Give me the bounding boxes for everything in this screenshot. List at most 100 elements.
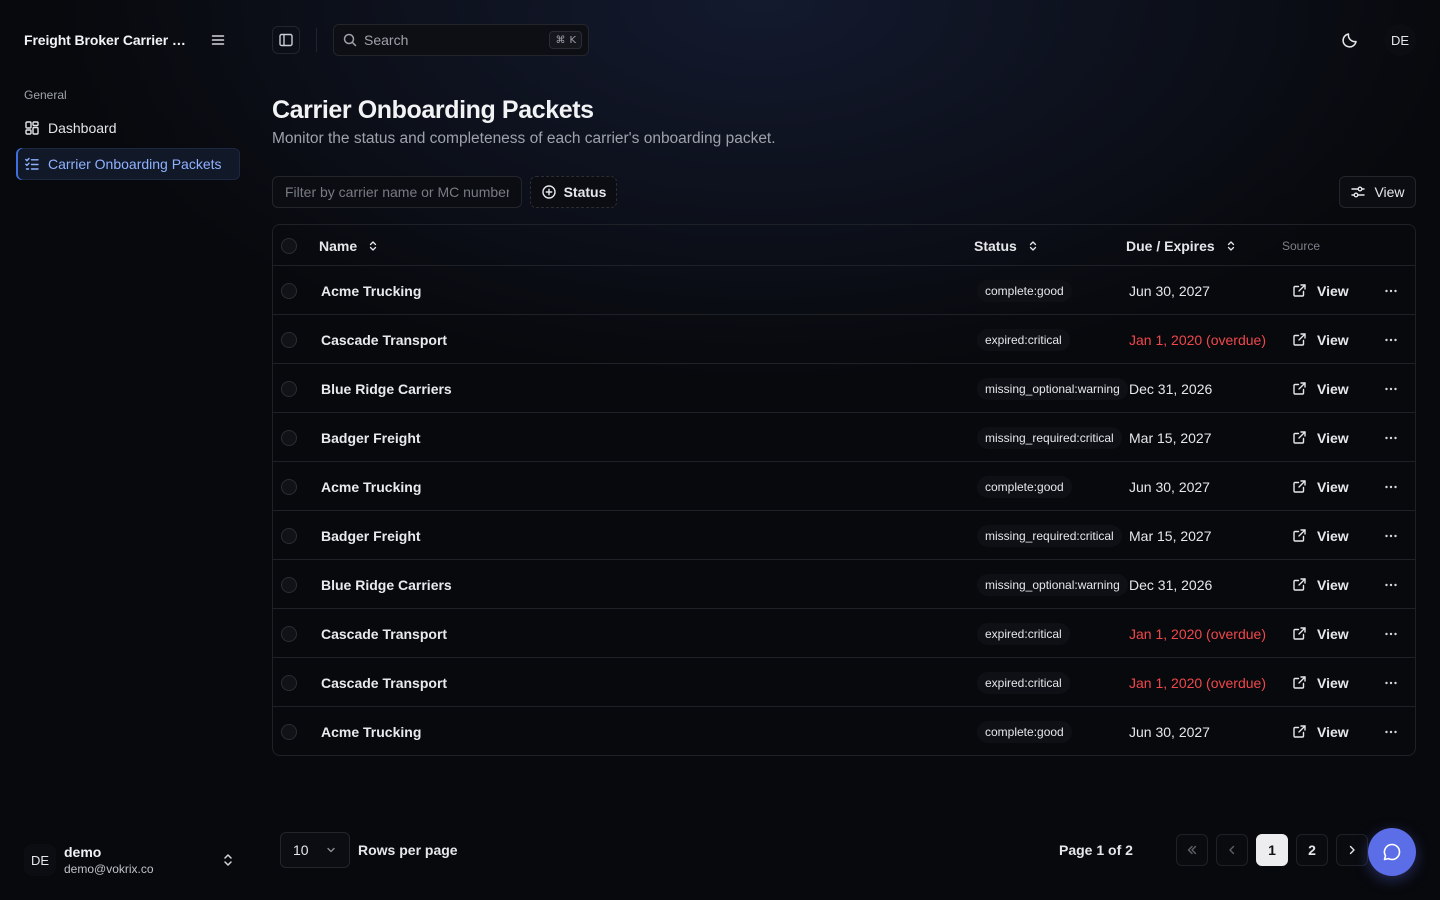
- more-horizontal-icon: [1383, 332, 1399, 348]
- carrier-name: Cascade Transport: [321, 625, 448, 642]
- select-all-checkbox[interactable]: [281, 225, 297, 266]
- view-link-label: View: [1317, 478, 1349, 495]
- menu-icon[interactable]: [206, 28, 230, 52]
- status-cell: expired:critical: [977, 609, 1070, 658]
- theme-toggle-button[interactable]: [1336, 26, 1364, 54]
- row-actions-button[interactable]: [1379, 266, 1403, 315]
- first-page-button[interactable]: [1176, 834, 1208, 866]
- view-source-link[interactable]: View: [1292, 707, 1349, 755]
- status-cell: complete:good: [977, 462, 1072, 511]
- moon-icon: [1342, 33, 1357, 48]
- row-checkbox[interactable]: [281, 560, 297, 609]
- due-date: Jan 1, 2020 (overdue): [1129, 625, 1266, 642]
- column-header-due[interactable]: Due / Expires: [1126, 225, 1237, 266]
- status-cell: expired:critical: [977, 315, 1070, 364]
- due-date: Jan 1, 2020 (overdue): [1129, 674, 1266, 691]
- row-checkbox[interactable]: [281, 266, 297, 315]
- carrier-name: Badger Freight: [321, 527, 421, 544]
- due-date: Mar 15, 2027: [1129, 527, 1212, 544]
- carrier-name: Badger Freight: [321, 429, 421, 446]
- previous-page-button[interactable]: [1216, 834, 1248, 866]
- next-page-button[interactable]: [1336, 834, 1368, 866]
- user-info: demo demo@vokrix.co: [64, 843, 216, 877]
- row-checkbox[interactable]: [281, 364, 297, 413]
- sidebar: Freight Broker Carrier Onboarding Genera…: [0, 0, 256, 900]
- external-link-icon: [1292, 381, 1307, 396]
- table-row[interactable]: Blue Ridge Carriers missing_optional:warn…: [273, 364, 1415, 413]
- row-actions-button[interactable]: [1379, 364, 1403, 413]
- topbar-divider: [316, 28, 317, 52]
- carrier-name: Cascade Transport: [321, 674, 448, 691]
- page-title: Carrier Onboarding Packets: [272, 96, 594, 124]
- view-source-link[interactable]: View: [1292, 315, 1349, 364]
- chat-button[interactable]: [1368, 828, 1416, 876]
- table-row[interactable]: Acme Trucking complete:good Jun 30, 2027 Vi…: [273, 266, 1415, 315]
- carrier-name: Blue Ridge Carriers: [321, 380, 452, 397]
- row-actions-button[interactable]: [1379, 560, 1403, 609]
- row-actions-button[interactable]: [1379, 511, 1403, 560]
- page-2-button[interactable]: 2: [1296, 834, 1328, 866]
- view-source-link[interactable]: View: [1292, 413, 1349, 462]
- sidebar-item-carrier-onboarding-packets[interactable]: Carrier Onboarding Packets: [16, 148, 240, 180]
- table-header: Name Status Due / Expires Source: [273, 225, 1415, 266]
- more-horizontal-icon: [1383, 675, 1399, 691]
- sliders-icon: [1351, 186, 1366, 198]
- row-checkbox[interactable]: [281, 315, 297, 364]
- view-source-link[interactable]: View: [1292, 462, 1349, 511]
- search-input[interactable]: Search ⌘ K: [333, 24, 589, 56]
- row-checkbox[interactable]: [281, 511, 297, 560]
- row-checkbox[interactable]: [281, 462, 297, 511]
- status-badge: complete:good: [977, 279, 1072, 302]
- row-actions-button[interactable]: [1379, 707, 1403, 755]
- status-filter-button[interactable]: Status: [530, 176, 617, 208]
- table-row[interactable]: Cascade Transport expired:critical Jan 1, …: [273, 658, 1415, 707]
- column-header-name[interactable]: Name: [319, 225, 379, 266]
- row-actions-button[interactable]: [1379, 658, 1403, 707]
- view-options-button[interactable]: View: [1339, 176, 1416, 208]
- view-source-link[interactable]: View: [1292, 364, 1349, 413]
- status-badge: missing_required:critical: [977, 426, 1122, 449]
- view-link-label: View: [1317, 380, 1349, 397]
- sidebar-item-label: Carrier Onboarding Packets: [48, 156, 222, 172]
- sidebar-toggle-button[interactable]: [272, 26, 300, 54]
- more-horizontal-icon: [1383, 724, 1399, 740]
- sidebar-group-label: General: [24, 88, 67, 102]
- external-link-icon: [1292, 283, 1307, 298]
- table-row[interactable]: Cascade Transport expired:critical Jan 1, …: [273, 609, 1415, 658]
- page-1-button[interactable]: 1: [1256, 834, 1288, 866]
- filter-input[interactable]: [272, 176, 522, 208]
- status-badge: expired:critical: [977, 328, 1070, 351]
- table-row[interactable]: Badger Freight missing_required:critical M…: [273, 413, 1415, 462]
- user-email: demo@vokrix.co: [64, 862, 154, 876]
- rows-per-page-select[interactable]: 10: [280, 832, 350, 868]
- row-checkbox[interactable]: [281, 658, 297, 707]
- row-actions-button[interactable]: [1379, 413, 1403, 462]
- row-checkbox[interactable]: [281, 609, 297, 658]
- user-avatar-button[interactable]: DE: [1384, 24, 1416, 56]
- column-header-status[interactable]: Status: [974, 225, 1039, 266]
- sidebar-item-dashboard[interactable]: Dashboard: [16, 112, 240, 144]
- view-source-link[interactable]: View: [1292, 609, 1349, 658]
- table-row[interactable]: Acme Trucking complete:good Jun 30, 2027 Vi…: [273, 462, 1415, 511]
- rows-per-page-label: Rows per page: [358, 842, 458, 858]
- row-checkbox[interactable]: [281, 413, 297, 462]
- view-source-link[interactable]: View: [1292, 266, 1349, 315]
- row-actions-button[interactable]: [1379, 315, 1403, 364]
- view-source-link[interactable]: View: [1292, 511, 1349, 560]
- user-menu[interactable]: DE demo demo@vokrix.co: [24, 838, 240, 882]
- table-row[interactable]: Cascade Transport expired:critical Jan 1, …: [273, 315, 1415, 364]
- view-source-link[interactable]: View: [1292, 658, 1349, 707]
- row-actions-button[interactable]: [1379, 462, 1403, 511]
- more-horizontal-icon: [1383, 381, 1399, 397]
- view-source-link[interactable]: View: [1292, 560, 1349, 609]
- table-row[interactable]: Acme Trucking complete:good Jun 30, 2027 Vi…: [273, 707, 1415, 755]
- user-name: demo: [64, 844, 102, 860]
- row-actions-button[interactable]: [1379, 609, 1403, 658]
- table-row[interactable]: Blue Ridge Carriers missing_optional:warn…: [273, 560, 1415, 609]
- table-row[interactable]: Badger Freight missing_required:critical M…: [273, 511, 1415, 560]
- external-link-icon: [1292, 430, 1307, 445]
- rows-per-page-value: 10: [293, 842, 309, 858]
- row-checkbox[interactable]: [281, 707, 297, 755]
- external-link-icon: [1292, 724, 1307, 739]
- view-link-label: View: [1317, 576, 1349, 593]
